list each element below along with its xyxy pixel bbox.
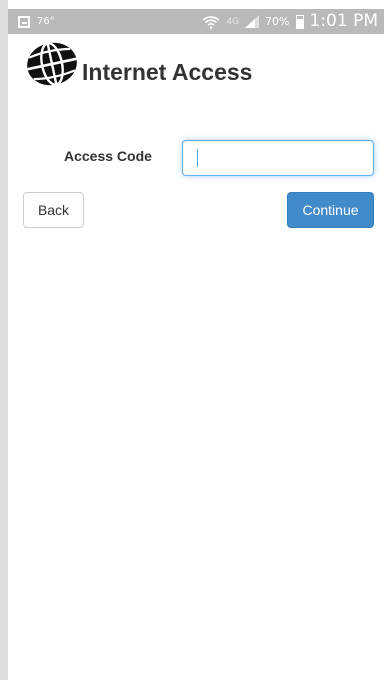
wifi-icon (202, 15, 220, 29)
page-header: Internet Access (24, 38, 252, 90)
gallery-icon (18, 15, 30, 28)
status-bar: 76° 4G 70% 1:01 PM (8, 9, 384, 34)
temperature-text: 76° (37, 15, 55, 27)
app-screen: 76° 4G 70% 1:01 PM Internet Access Acces… (0, 0, 384, 680)
back-button[interactable]: Back (23, 192, 84, 228)
access-code-label: Access Code (64, 148, 152, 164)
signal-icon (245, 15, 260, 28)
text-caret (197, 149, 198, 167)
continue-button[interactable]: Continue (287, 192, 374, 228)
access-code-input[interactable] (182, 140, 374, 176)
screen-edge (0, 0, 8, 680)
globe-icon (27, 42, 77, 86)
network-type: 4G (226, 16, 240, 27)
access-code-row: Access Code (22, 140, 374, 176)
page-title: Internet Access (82, 58, 253, 85)
status-right: 4G 70% 1:01 PM (202, 13, 378, 30)
status-left: 76° (18, 15, 55, 28)
battery-percent: 70% (265, 15, 290, 28)
battery-icon (295, 14, 304, 29)
clock: 1:01 PM (309, 11, 379, 31)
